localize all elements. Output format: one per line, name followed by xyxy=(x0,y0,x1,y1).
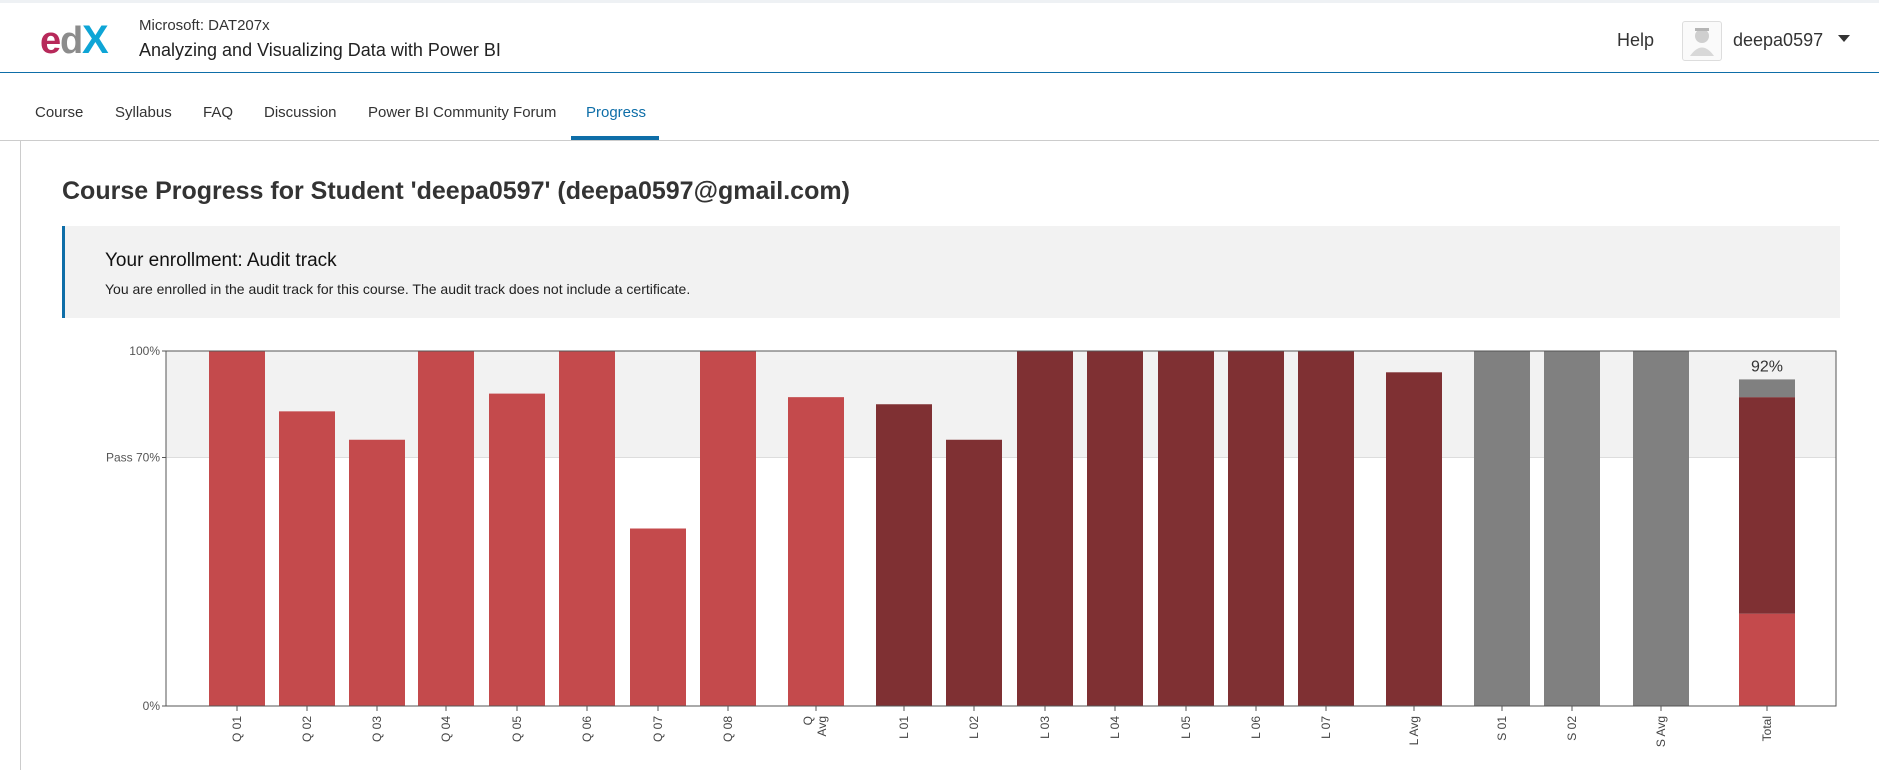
bar-l-06 xyxy=(1228,351,1284,706)
x-tick-label: L 06 xyxy=(1249,716,1263,739)
x-tick-label: L 02 xyxy=(967,716,981,739)
x-tick-label: S 01 xyxy=(1495,716,1509,741)
x-tick-label: Q 02 xyxy=(300,716,314,742)
x-tick-label: L 03 xyxy=(1038,716,1052,739)
bar-q-08 xyxy=(700,351,756,706)
x-tick-label: Q 05 xyxy=(510,716,524,742)
progress-chart: 92% 0% Pass 70% 100% Q 01 Q 02 Q 03 Q 04 Q 05 Q 0… xyxy=(106,344,1837,747)
y-tick-label: Pass 70% xyxy=(106,451,160,465)
bar-l-04 xyxy=(1087,351,1143,706)
bar-q-05 xyxy=(489,393,545,706)
bar-l-03 xyxy=(1017,351,1073,706)
x-tick-label: Q 07 xyxy=(651,716,665,742)
x-tick-label: L 04 xyxy=(1108,716,1122,739)
x-tick-label: Q 08 xyxy=(721,716,735,742)
bar-q-07 xyxy=(630,528,686,706)
bar-s-01 xyxy=(1474,351,1530,706)
total-bar-segment-survey xyxy=(1739,379,1795,398)
x-tick-label: S Avg xyxy=(1654,716,1668,747)
x-tick-label: L Avg xyxy=(1407,716,1421,745)
bar-q-06 xyxy=(559,351,615,706)
bar-l-07 xyxy=(1298,351,1354,706)
x-tick-label: Avg xyxy=(815,716,829,736)
bar-q-03 xyxy=(349,439,405,706)
y-tick-label: 100% xyxy=(129,344,160,358)
bar-q-avg xyxy=(788,397,844,706)
x-tick-label: Q 04 xyxy=(439,716,453,742)
total-value-label: 92% xyxy=(1751,358,1783,375)
x-tick-label: Q xyxy=(801,716,815,725)
x-tick-label: L 07 xyxy=(1319,716,1333,739)
total-bar-segment-quiz xyxy=(1739,613,1795,706)
bar-s-avg xyxy=(1633,351,1689,706)
bar-s-02 xyxy=(1544,351,1600,706)
x-tick-label: L 01 xyxy=(897,716,911,739)
bar-l-05 xyxy=(1158,351,1214,706)
bar-q-01 xyxy=(209,351,265,706)
x-tick-label: Total xyxy=(1760,716,1774,741)
bar-q-02 xyxy=(279,411,335,706)
x-tick-label: L 05 xyxy=(1179,716,1193,739)
bar-l-01 xyxy=(876,404,932,706)
bar-l-02 xyxy=(946,439,1002,706)
y-tick-label: 0% xyxy=(143,699,161,713)
bar-q-04 xyxy=(418,351,474,706)
x-tick-label: Q 06 xyxy=(580,716,594,742)
bar-l-avg xyxy=(1386,372,1442,706)
x-tick-label: S 02 xyxy=(1565,716,1579,741)
x-tick-label: Q 03 xyxy=(370,716,384,742)
x-tick-label: Q 01 xyxy=(230,716,244,742)
total-bar-segment-lab xyxy=(1739,397,1795,614)
